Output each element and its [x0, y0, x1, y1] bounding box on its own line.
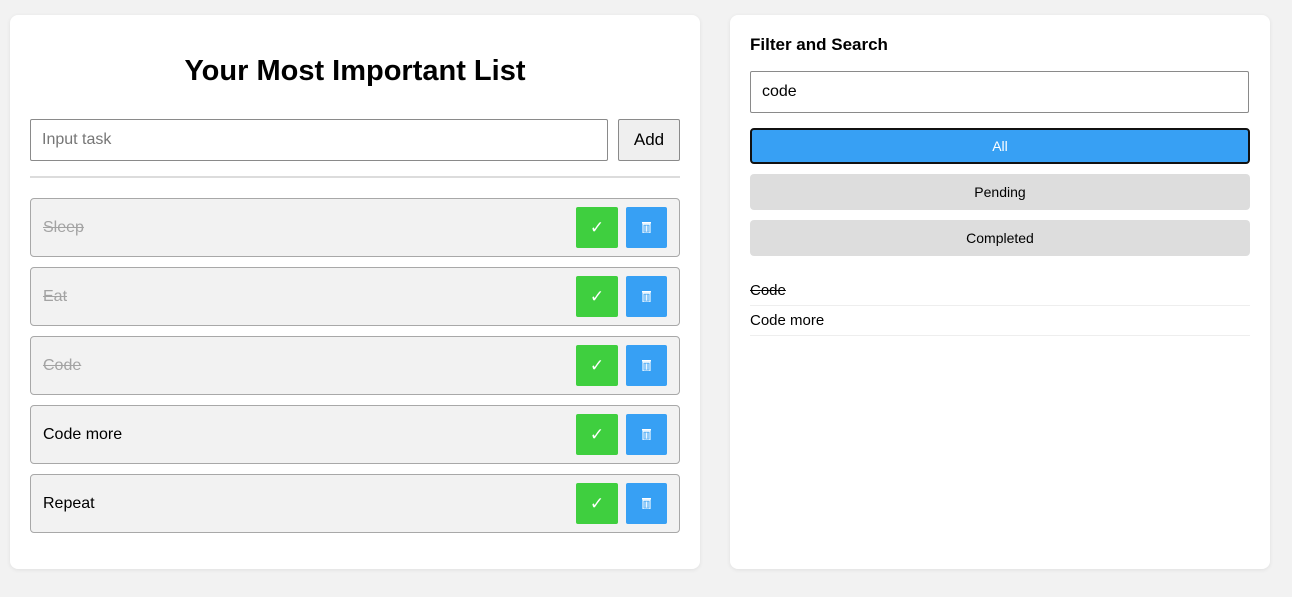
result-item: Code more: [750, 306, 1250, 336]
trash-icon: [642, 498, 651, 509]
complete-button[interactable]: ✓: [576, 483, 618, 524]
todo-panel: Your Most Important List Add Sleep ✓ Eat…: [10, 15, 700, 569]
task-item: Code more ✓: [30, 405, 680, 464]
check-icon: ✓: [589, 424, 605, 445]
add-button[interactable]: Add: [618, 119, 680, 161]
delete-button[interactable]: [626, 345, 667, 386]
task-text: Code more: [43, 426, 123, 443]
task-input[interactable]: [30, 119, 608, 161]
filter-all-button[interactable]: All: [750, 128, 1250, 164]
check-icon: ✓: [589, 217, 605, 238]
check-icon: ✓: [589, 286, 605, 307]
trash-icon: [642, 429, 651, 440]
trash-icon: [642, 360, 651, 371]
delete-button[interactable]: [626, 483, 667, 524]
complete-button[interactable]: ✓: [576, 207, 618, 248]
filter-completed-button[interactable]: Completed: [750, 220, 1250, 256]
delete-button[interactable]: [626, 414, 667, 455]
filtered-results: Code Code more: [750, 276, 1250, 336]
task-item: Repeat ✓: [30, 474, 680, 533]
complete-button[interactable]: ✓: [576, 345, 618, 386]
task-text: Eat: [43, 288, 68, 305]
filter-pending-button[interactable]: Pending: [750, 174, 1250, 210]
delete-button[interactable]: [626, 276, 667, 317]
complete-button[interactable]: ✓: [576, 276, 618, 317]
filter-panel: Filter and Search All Pending Completed …: [730, 15, 1270, 569]
trash-icon: [642, 222, 651, 233]
result-item: Code: [750, 276, 1250, 306]
divider: [30, 176, 680, 178]
task-text: Code: [43, 357, 82, 374]
task-item: Code ✓: [30, 336, 680, 395]
check-icon: ✓: [589, 355, 605, 376]
task-text: Repeat: [43, 495, 95, 512]
complete-button[interactable]: ✓: [576, 414, 618, 455]
task-item: Eat ✓: [30, 267, 680, 326]
delete-button[interactable]: [626, 207, 667, 248]
filter-title: Filter and Search: [750, 35, 888, 54]
task-text: Sleep: [43, 219, 84, 236]
trash-icon: [642, 291, 651, 302]
page-title: Your Most Important List: [184, 55, 526, 87]
task-item: Sleep ✓: [30, 198, 680, 257]
search-input[interactable]: [750, 71, 1249, 113]
check-icon: ✓: [589, 493, 605, 514]
task-list: Sleep ✓ Eat ✓ Code ✓ Code more ✓ Repeat …: [30, 198, 680, 543]
